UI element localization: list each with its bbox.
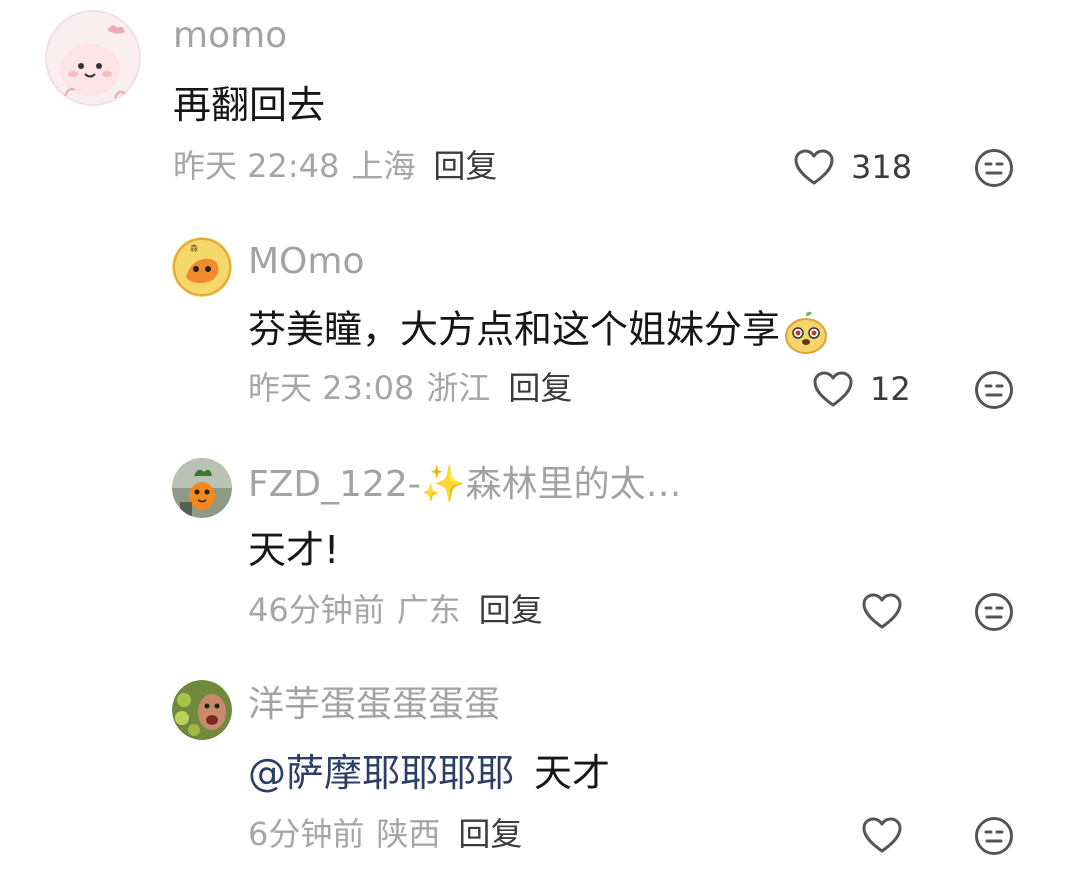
comment-location: 陕西 (376, 815, 441, 853)
dislike-button[interactable] (974, 816, 1014, 856)
like-button[interactable] (861, 811, 919, 859)
comment-item: 洋芋蛋蛋蛋蛋蛋 @萨摩耶耶耶耶 天才 6分钟前 陕西 回复 (0, 0, 1080, 874)
avatar[interactable] (172, 680, 232, 740)
comment-text-content: 天才 (534, 751, 611, 795)
mention-link[interactable]: @萨摩耶耶耶耶 (248, 751, 514, 795)
neutral-face-icon (974, 816, 1014, 856)
avatar-image (172, 680, 232, 740)
comment-meta: 6分钟前 陕西 回复 (248, 818, 522, 850)
comment-time: 6分钟前 (248, 815, 365, 853)
reply-button[interactable]: 回复 (458, 815, 522, 853)
heart-outline-icon (861, 816, 903, 854)
comment-text: @萨摩耶耶耶耶 天才 (248, 754, 610, 792)
username[interactable]: 洋芋蛋蛋蛋蛋蛋 (248, 687, 500, 723)
